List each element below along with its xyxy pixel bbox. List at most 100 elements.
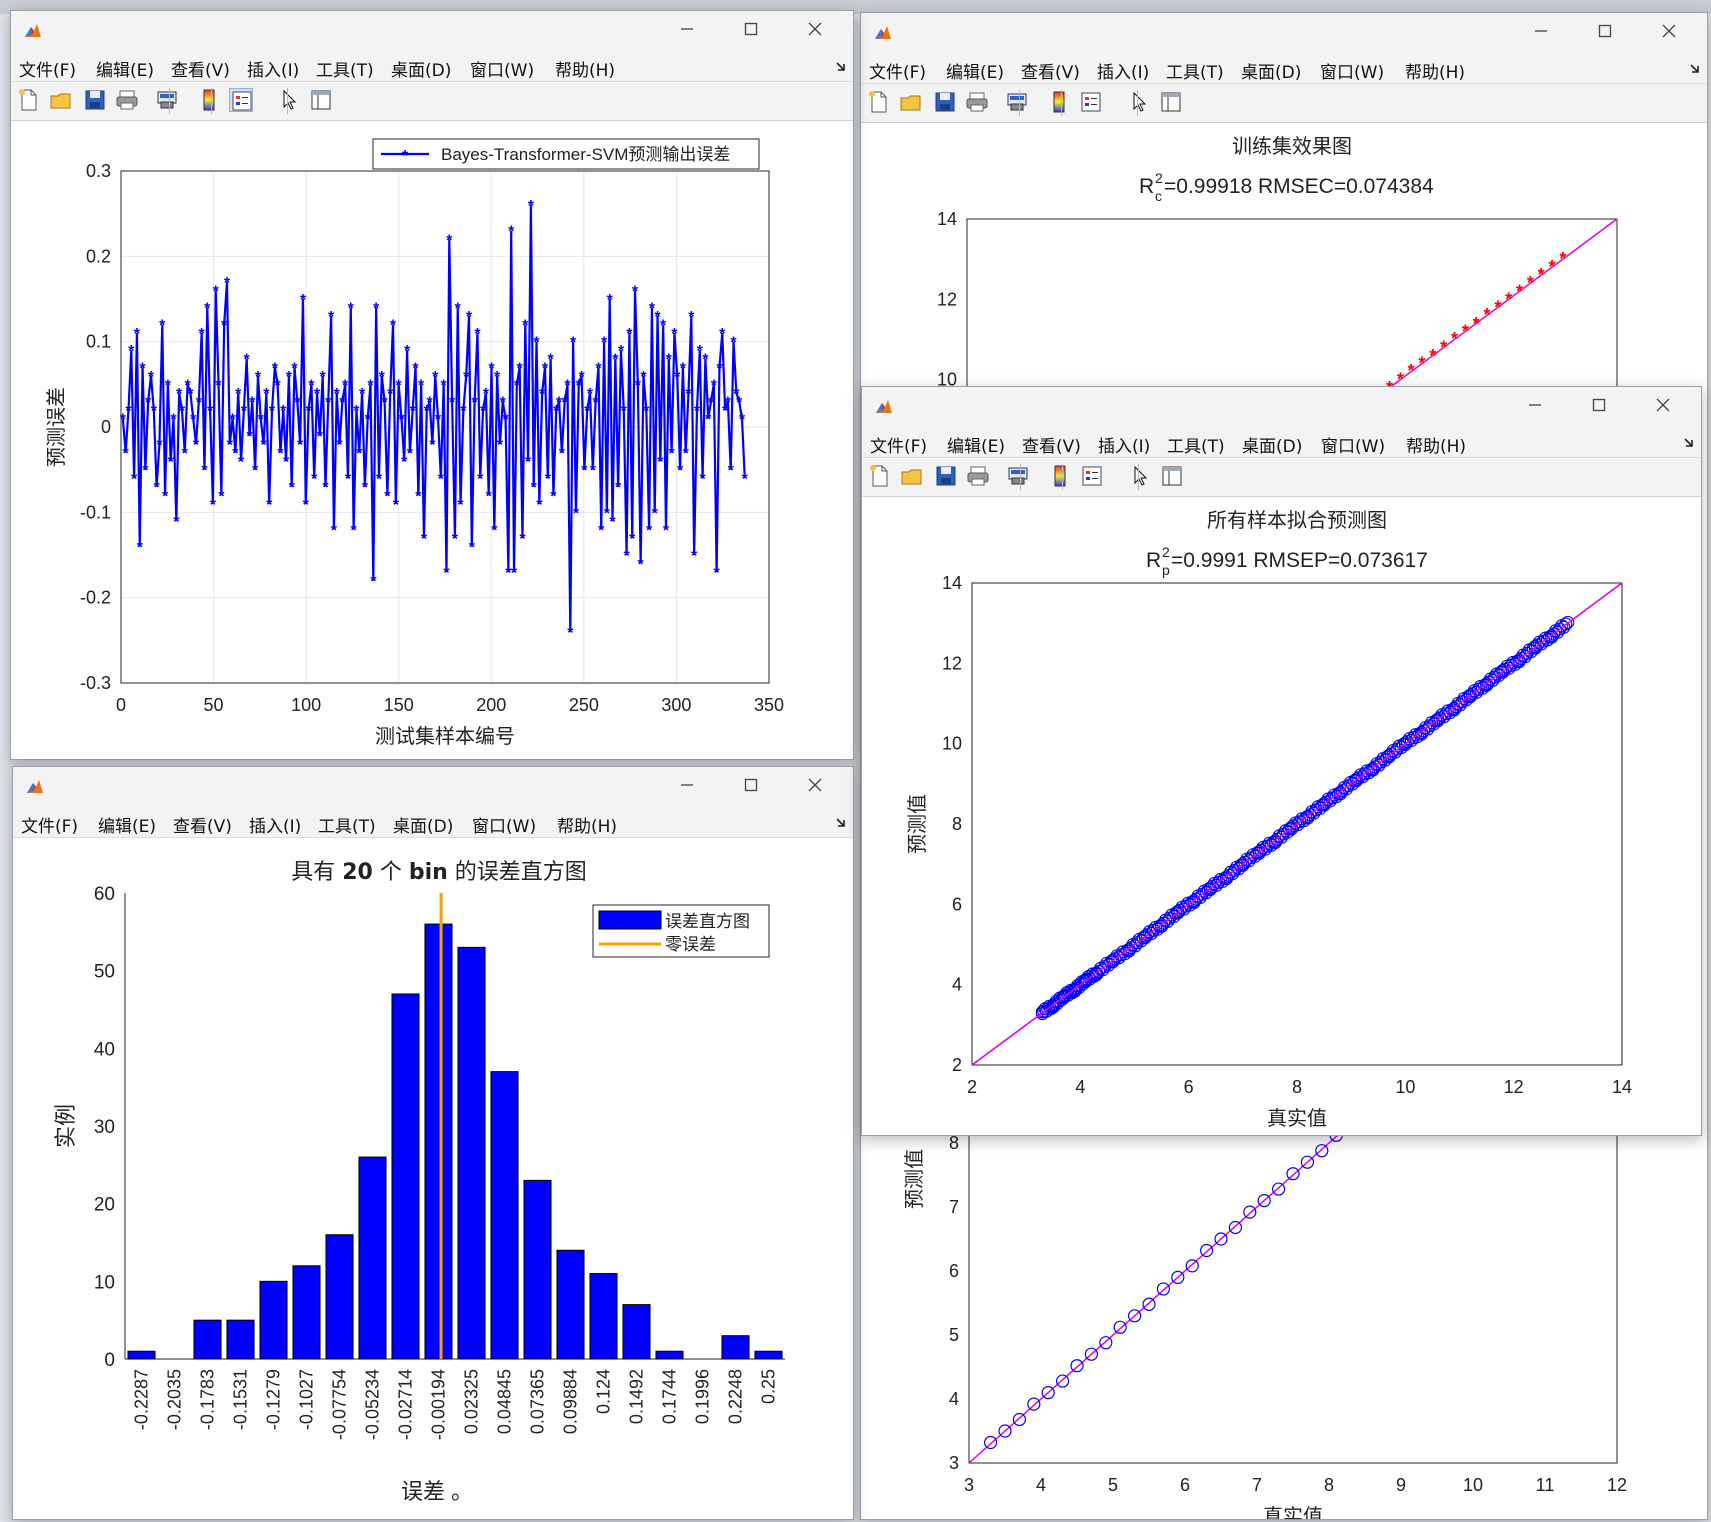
colorbar-icon[interactable] bbox=[1047, 90, 1071, 114]
close-button[interactable] bbox=[783, 767, 847, 807]
print-icon[interactable] bbox=[965, 90, 989, 114]
pointer-icon[interactable] bbox=[277, 88, 301, 112]
legend: 误差直方图零误差 bbox=[592, 904, 770, 958]
minimize-button[interactable] bbox=[655, 767, 719, 807]
figure-12-window[interactable]: 文件(F) 编辑(E) 查看(V) 插入(I) 工具(T) 桌面(D) 窗口(W) 帮助(H)… bbox=[861, 386, 1702, 1136]
new-file-icon[interactable] bbox=[867, 90, 891, 114]
menu-item-5[interactable]: 桌面(D) bbox=[1242, 432, 1302, 457]
property-inspector-icon[interactable] bbox=[309, 88, 333, 112]
figure-8-window[interactable]: 文件(F) 编辑(E) 查看(V) 插入(I) 工具(T) 桌面(D) 窗口(W) 帮助(H)… bbox=[10, 10, 854, 760]
x-tick-label: 2 bbox=[967, 1077, 977, 1097]
open-folder-icon[interactable] bbox=[49, 88, 73, 112]
menu-item-5[interactable]: 桌面(D) bbox=[1241, 58, 1301, 83]
menu-item-1[interactable]: 编辑(E) bbox=[98, 812, 156, 837]
menu-item-2[interactable]: 查看(V) bbox=[171, 56, 230, 81]
pointer-icon[interactable] bbox=[1127, 90, 1151, 114]
menu-item-1[interactable]: 编辑(E) bbox=[96, 56, 154, 81]
menu-item-2[interactable]: 查看(V) bbox=[1021, 58, 1080, 83]
menu-item-0[interactable]: 文件(F) bbox=[21, 812, 78, 837]
menu-item-1[interactable]: 编辑(E) bbox=[946, 58, 1004, 83]
menu-item-6[interactable]: 窗口(W) bbox=[1320, 58, 1384, 83]
error-histogram-titlebar[interactable] bbox=[13, 767, 853, 807]
print-icon[interactable] bbox=[115, 88, 139, 112]
maximize-button[interactable] bbox=[1573, 13, 1637, 53]
print-preview-icon[interactable] bbox=[1005, 90, 1029, 114]
menu-item-7[interactable]: 帮助(H) bbox=[1405, 58, 1465, 83]
colorbar-icon[interactable] bbox=[1048, 464, 1072, 488]
error-series-point: * bbox=[275, 377, 282, 394]
menu-item-7[interactable]: 帮助(H) bbox=[1406, 432, 1466, 457]
figure-10-titlebar[interactable] bbox=[861, 13, 1707, 53]
save-icon[interactable] bbox=[83, 88, 107, 112]
menu-item-6[interactable]: 窗口(W) bbox=[472, 812, 536, 837]
error-series-point: * bbox=[601, 335, 608, 352]
open-folder-icon[interactable] bbox=[899, 90, 923, 114]
close-button[interactable] bbox=[1637, 13, 1701, 53]
print-preview-icon[interactable] bbox=[1006, 464, 1030, 488]
menu-item-3[interactable]: 插入(I) bbox=[1097, 58, 1149, 83]
error-histogram-window[interactable]: 文件(F) 编辑(E) 查看(V) 插入(I) 工具(T) 桌面(D) 窗口(W) 帮助(H)… bbox=[12, 766, 854, 1520]
save-icon[interactable] bbox=[934, 464, 958, 488]
pointer-icon[interactable] bbox=[1128, 464, 1152, 488]
error-series-point: * bbox=[421, 531, 428, 548]
maximize-button[interactable] bbox=[1567, 387, 1631, 427]
menu-item-4[interactable]: 工具(T) bbox=[1167, 432, 1225, 457]
menu-item-4[interactable]: 工具(T) bbox=[316, 56, 374, 81]
menu-item-1[interactable]: 编辑(E) bbox=[947, 432, 1005, 457]
menu-item-4[interactable]: 工具(T) bbox=[318, 812, 376, 837]
property-inspector-icon[interactable] bbox=[1160, 464, 1184, 488]
colorbar-icon[interactable] bbox=[197, 88, 221, 112]
new-file-icon[interactable] bbox=[868, 464, 892, 488]
menu-dock-arrow-icon[interactable] bbox=[835, 812, 847, 827]
minimize-button[interactable] bbox=[1509, 13, 1573, 53]
property-inspector-icon[interactable] bbox=[1159, 90, 1183, 114]
close-button[interactable] bbox=[1631, 387, 1695, 427]
menu-item-7[interactable]: 帮助(H) bbox=[557, 812, 617, 837]
menu-item-0[interactable]: 文件(F) bbox=[869, 58, 926, 83]
open-folder-icon[interactable] bbox=[900, 464, 924, 488]
y-tick-label: 8 bbox=[952, 814, 962, 834]
figure-8-titlebar[interactable] bbox=[11, 11, 853, 51]
menu-item-3[interactable]: 插入(I) bbox=[249, 812, 301, 837]
menu-item-3[interactable]: 插入(I) bbox=[247, 56, 299, 81]
error-series-point: * bbox=[559, 446, 566, 463]
x-tick-label: 0.2248 bbox=[726, 1369, 746, 1424]
print-icon[interactable] bbox=[966, 464, 990, 488]
r2-metric-text: =0.9991 RMSEP=0.073617 bbox=[1171, 549, 1428, 572]
menu-item-5[interactable]: 桌面(D) bbox=[391, 56, 451, 81]
menu-item-5[interactable]: 桌面(D) bbox=[393, 812, 453, 837]
maximize-button[interactable] bbox=[719, 767, 783, 807]
error-series-point: * bbox=[396, 377, 403, 394]
menu-item-6[interactable]: 窗口(W) bbox=[1321, 432, 1385, 457]
legend-icon[interactable] bbox=[1079, 90, 1103, 114]
menu-dock-arrow-icon[interactable] bbox=[1683, 432, 1695, 447]
menu-item-2[interactable]: 查看(V) bbox=[1022, 432, 1081, 457]
minimize-button[interactable] bbox=[1503, 387, 1567, 427]
menu-dock-arrow-icon[interactable] bbox=[835, 56, 847, 71]
legend-icon[interactable] bbox=[1080, 464, 1104, 488]
error-series-point: * bbox=[691, 548, 698, 565]
error-series-point: * bbox=[283, 454, 290, 471]
sample-point bbox=[1027, 1397, 1041, 1411]
error-series-point: * bbox=[514, 377, 521, 394]
menu-dock-arrow-icon[interactable] bbox=[1689, 58, 1701, 73]
menu-item-3[interactable]: 插入(I) bbox=[1098, 432, 1150, 457]
minimize-button[interactable] bbox=[655, 11, 719, 51]
x-tick-label: 0.1744 bbox=[660, 1369, 680, 1424]
maximize-button[interactable] bbox=[719, 11, 783, 51]
menu-item-0[interactable]: 文件(F) bbox=[870, 432, 927, 457]
sample-point bbox=[1113, 1320, 1127, 1334]
x-tick-label: 8 bbox=[1324, 1475, 1334, 1495]
save-icon[interactable] bbox=[933, 90, 957, 114]
menu-item-2[interactable]: 查看(V) bbox=[173, 812, 232, 837]
menu-item-0[interactable]: 文件(F) bbox=[19, 56, 76, 81]
error-series-point: * bbox=[317, 429, 324, 446]
close-button[interactable] bbox=[783, 11, 847, 51]
print-preview-icon[interactable] bbox=[155, 88, 179, 112]
menu-item-6[interactable]: 窗口(W) bbox=[470, 56, 534, 81]
menu-item-7[interactable]: 帮助(H) bbox=[555, 56, 615, 81]
figure-12-titlebar[interactable] bbox=[862, 387, 1701, 427]
legend-icon[interactable] bbox=[229, 88, 253, 112]
menu-item-4[interactable]: 工具(T) bbox=[1166, 58, 1224, 83]
new-file-icon[interactable] bbox=[17, 88, 41, 112]
